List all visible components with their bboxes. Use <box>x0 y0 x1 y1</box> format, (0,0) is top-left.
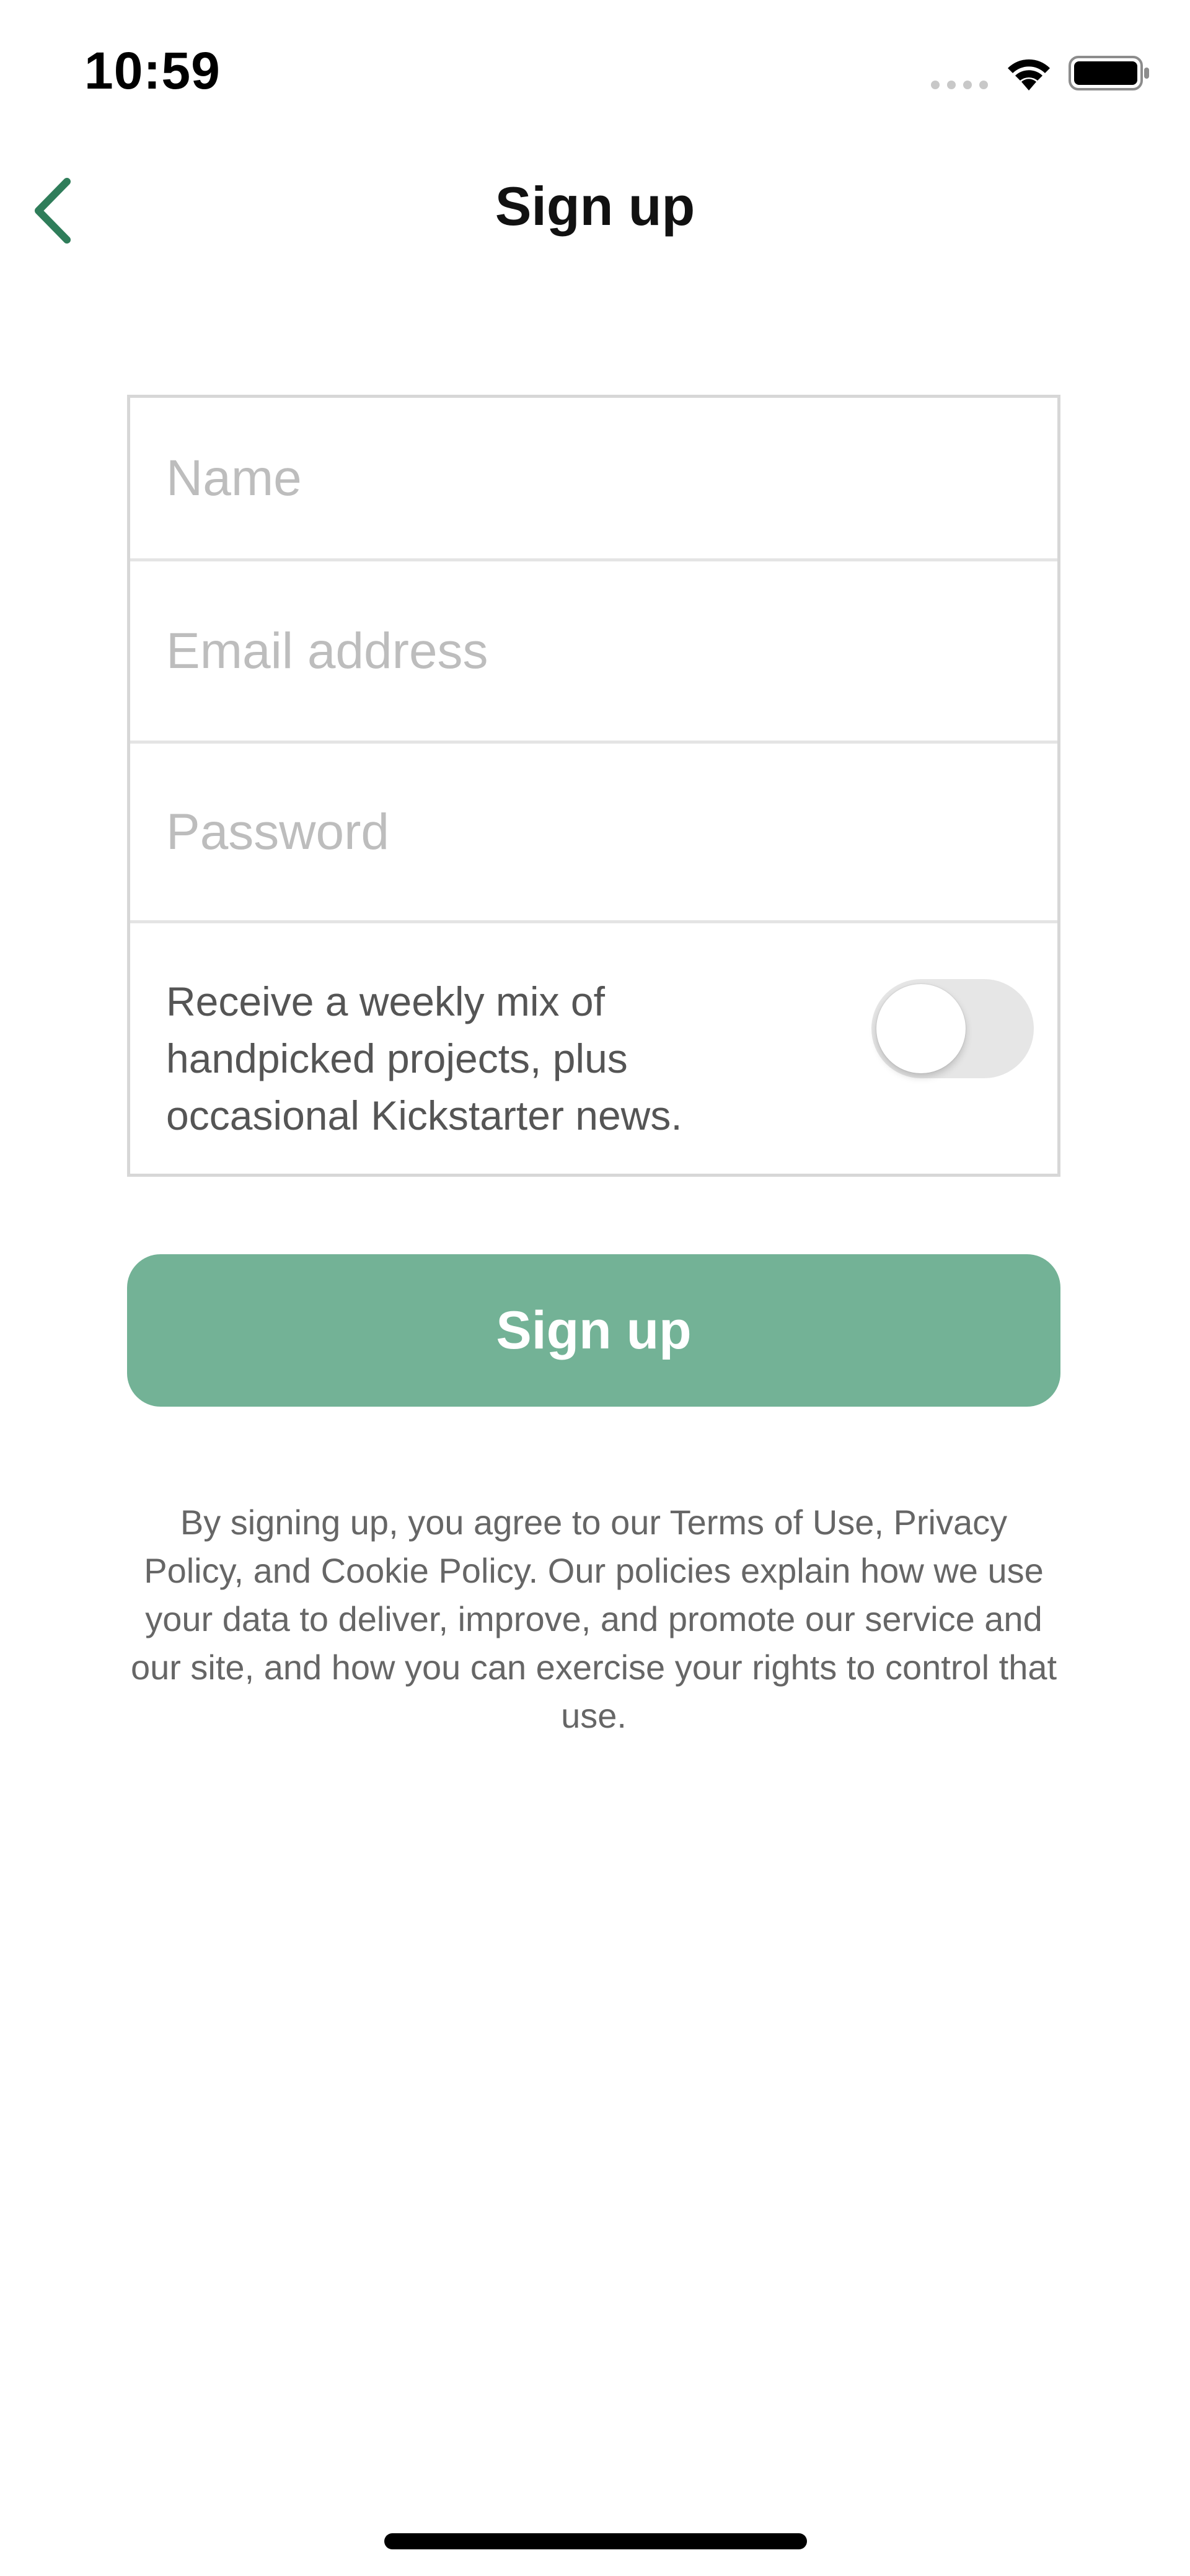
email-row <box>130 561 1057 744</box>
legal-disclaimer: By signing up, you agree to our Terms of… <box>130 1503 1057 1735</box>
toggle-knob <box>876 984 966 1073</box>
status-bar: 10:59 <box>0 0 1190 143</box>
newsletter-row: Receive a weekly mix of handpicked proje… <box>130 923 1057 1174</box>
home-indicator <box>384 2533 807 2549</box>
email-input[interactable] <box>130 561 1057 741</box>
navigation-bar: Sign up <box>0 143 1190 279</box>
wifi-icon <box>1008 59 1050 90</box>
page-title: Sign up <box>495 175 695 237</box>
name-input[interactable] <box>130 398 1057 558</box>
name-row <box>130 398 1057 561</box>
cellular-signal-icon <box>931 81 988 89</box>
signup-button[interactable]: Sign up <box>127 1254 1060 1407</box>
password-row <box>130 744 1057 923</box>
newsletter-label: Receive a weekly mix of handpicked proje… <box>166 978 682 1138</box>
status-time: 10:59 <box>84 42 221 100</box>
newsletter-toggle[interactable] <box>871 979 1034 1078</box>
password-input[interactable] <box>130 744 1057 920</box>
battery-icon <box>1069 56 1149 90</box>
signup-form: Receive a weekly mix of handpicked proje… <box>127 395 1060 1177</box>
